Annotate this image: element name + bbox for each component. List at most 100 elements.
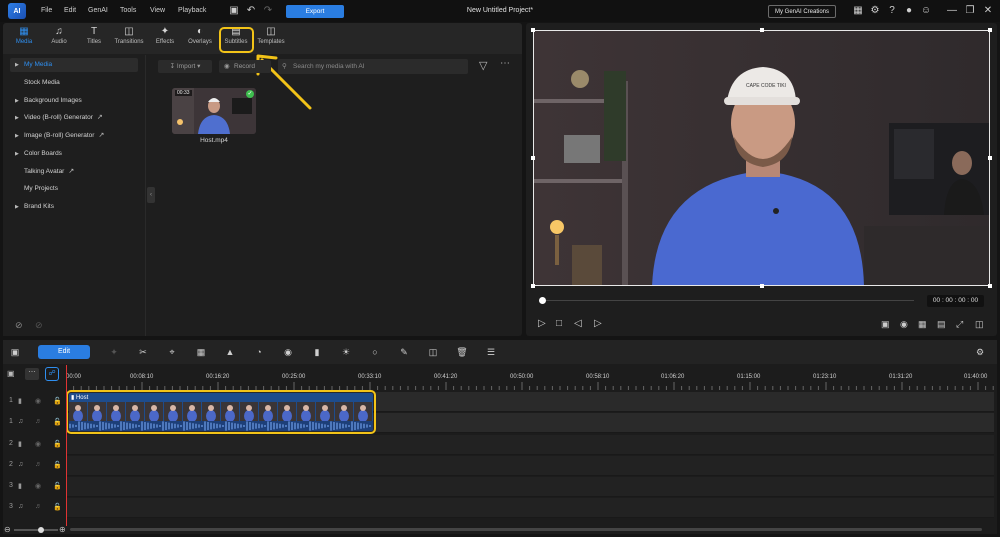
magic-tool-icon[interactable]: ✦ <box>108 347 120 357</box>
tab-templates[interactable]: ◫ Templates <box>254 26 288 52</box>
transform-icon[interactable]: ◫ <box>427 347 439 357</box>
mute-icon[interactable]: ♬ <box>35 503 42 510</box>
notification-icon[interactable]: ● <box>903 5 915 17</box>
stop-icon[interactable]: □ <box>556 318 562 329</box>
playhead[interactable] <box>66 365 67 530</box>
sidebar-item-stock-media[interactable]: Stock Media <box>10 76 138 90</box>
settings-icon[interactable]: ⚙ <box>869 5 881 17</box>
color-icon[interactable]: ○ <box>369 347 381 357</box>
tab-transitions[interactable]: ◫ Transitions <box>112 26 146 52</box>
import-button[interactable]: ↧ Import ▾ <box>158 60 212 73</box>
media-thumbnail[interactable]: 00:33 ✓ <box>172 88 256 134</box>
sidebar-item-my-media[interactable]: ▶ My Media <box>10 58 138 72</box>
speed-icon[interactable]: ◔ <box>253 347 265 357</box>
more-tools-icon[interactable]: ☰ <box>485 347 497 357</box>
lock-icon[interactable]: 🔓 <box>53 461 62 469</box>
filter-icon[interactable]: ▽ <box>479 59 487 72</box>
resize-handle[interactable] <box>531 156 535 160</box>
play-icon[interactable]: ▷ <box>538 318 546 329</box>
previous-frame-icon[interactable]: ◁ <box>574 318 582 329</box>
more-options-icon[interactable]: ⋯ <box>25 368 39 380</box>
undock-icon[interactable]: ◫ <box>975 319 984 330</box>
delete-icon[interactable]: 🗑 <box>456 347 468 357</box>
sidebar-item-video-broll[interactable]: ▶ Video (B-roll) Generator ↗ <box>10 111 138 125</box>
tab-overlays[interactable]: ◐ Overlays <box>183 26 217 52</box>
record-button[interactable]: ◉ Record <box>219 60 271 73</box>
fullscreen-icon[interactable]: ⤢ <box>956 319 963 330</box>
audio-track-3[interactable] <box>66 498 994 518</box>
sidebar-item-color-boards[interactable]: ▶ Color Boards <box>10 147 138 161</box>
menu-genai[interactable]: GenAI <box>88 7 108 14</box>
crop-icon[interactable]: ⌖ <box>166 347 178 357</box>
snap-icon[interactable]: ☍ <box>45 367 59 381</box>
export-button[interactable]: Export <box>286 5 344 18</box>
snapshot-icon[interactable]: ▣ <box>881 319 890 330</box>
close-icon[interactable]: ✕ <box>982 5 994 17</box>
track-manager-icon[interactable]: ▣ <box>7 369 19 379</box>
sidebar-item-image-broll[interactable]: ▶ Image (B-roll) Generator ↗ <box>10 129 138 143</box>
adjust-icon[interactable]: ☀ <box>340 347 352 357</box>
resize-handle[interactable] <box>760 28 764 32</box>
menu-tools[interactable]: Tools <box>120 7 136 14</box>
redo-icon[interactable]: ↷ <box>262 5 274 17</box>
tab-media[interactable]: ▦ Media <box>7 26 41 52</box>
tab-effects[interactable]: ✦ Effects <box>148 26 182 52</box>
resize-handle[interactable] <box>988 28 992 32</box>
account-icon[interactable]: ☺ <box>920 5 932 17</box>
lock-icon[interactable]: 🔓 <box>53 503 62 511</box>
resize-handle[interactable] <box>531 28 535 32</box>
sidebar-item-background-images[interactable]: ▶ Background Images <box>10 94 138 108</box>
resize-handle[interactable] <box>531 284 535 288</box>
timeline-settings-icon[interactable]: ⚙ <box>974 347 986 357</box>
more-options-icon[interactable]: ⋯ <box>500 58 510 69</box>
resize-handle[interactable] <box>988 156 992 160</box>
genai-creations-button[interactable]: My GenAI Creations <box>768 5 836 18</box>
help-icon[interactable]: ? <box>886 5 898 17</box>
horizontal-scrollbar[interactable] <box>70 528 982 531</box>
menu-file[interactable]: File <box>41 7 52 14</box>
scrub-knob[interactable] <box>539 297 546 304</box>
tab-audio[interactable]: ♫ Audio <box>42 26 76 52</box>
scrub-bar[interactable] <box>541 300 914 301</box>
zoom-out-icon[interactable]: ⊖ <box>4 525 11 534</box>
mask-icon[interactable]: ▮ <box>311 347 323 357</box>
restore-icon[interactable]: ❐ <box>964 5 976 17</box>
sidebar-item-talking-avatar[interactable]: Talking Avatar ↗ <box>10 165 138 179</box>
lock-icon[interactable]: 🔓 <box>53 482 62 490</box>
visibility-icon[interactable]: ◉ <box>35 482 41 490</box>
edit-button[interactable]: Edit <box>38 345 90 359</box>
sidebar-item-brand-kits[interactable]: ▶ Brand Kits <box>10 200 138 214</box>
motion-icon[interactable]: ◉ <box>282 347 294 357</box>
split-icon[interactable]: ✂ <box>137 347 149 357</box>
zoom-icon[interactable]: ▤ <box>937 319 946 330</box>
search-input[interactable]: ⚲ Search my media with AI <box>278 59 468 74</box>
zoom-knob[interactable] <box>38 527 44 533</box>
flip-icon[interactable]: ▲ <box>224 347 236 357</box>
ai-crop-icon[interactable]: ▦ <box>195 347 207 357</box>
minimize-icon[interactable]: — <box>946 5 958 17</box>
menu-edit[interactable]: Edit <box>64 7 76 14</box>
lock-icon[interactable]: 🔓 <box>53 440 62 448</box>
resize-handle[interactable] <box>760 284 764 288</box>
undo-icon[interactable]: ↶ <box>245 5 257 17</box>
layout-icon[interactable]: ▦ <box>852 5 864 17</box>
preview-canvas[interactable]: CAPE CODE TIKI <box>533 30 990 286</box>
zoom-slider[interactable] <box>14 529 58 531</box>
mute-icon[interactable]: ♬ <box>35 418 42 425</box>
menu-playback[interactable]: Playback <box>178 7 206 14</box>
sidebar-item-my-projects[interactable]: My Projects <box>10 182 138 196</box>
next-frame-icon[interactable]: ▷ <box>594 318 602 329</box>
video-track-3[interactable] <box>66 477 994 497</box>
preview-quality-icon[interactable]: ◉ <box>900 319 908 330</box>
audio-track-2[interactable] <box>66 456 994 476</box>
video-track-2[interactable] <box>66 435 994 455</box>
delete-media-icon[interactable]: ⊘ <box>35 320 43 331</box>
tab-titles[interactable]: T Titles <box>77 26 111 52</box>
lock-icon[interactable]: 🔓 <box>53 397 62 405</box>
save-icon[interactable]: ▣ <box>228 5 240 17</box>
lock-icon[interactable]: 🔓 <box>53 418 62 426</box>
zoom-in-icon[interactable]: ⊕ <box>59 525 66 534</box>
screenshot-icon[interactable]: ▦ <box>918 319 927 330</box>
edit-image-icon[interactable]: ✎ <box>398 347 410 357</box>
visibility-icon[interactable]: ◉ <box>35 397 41 405</box>
